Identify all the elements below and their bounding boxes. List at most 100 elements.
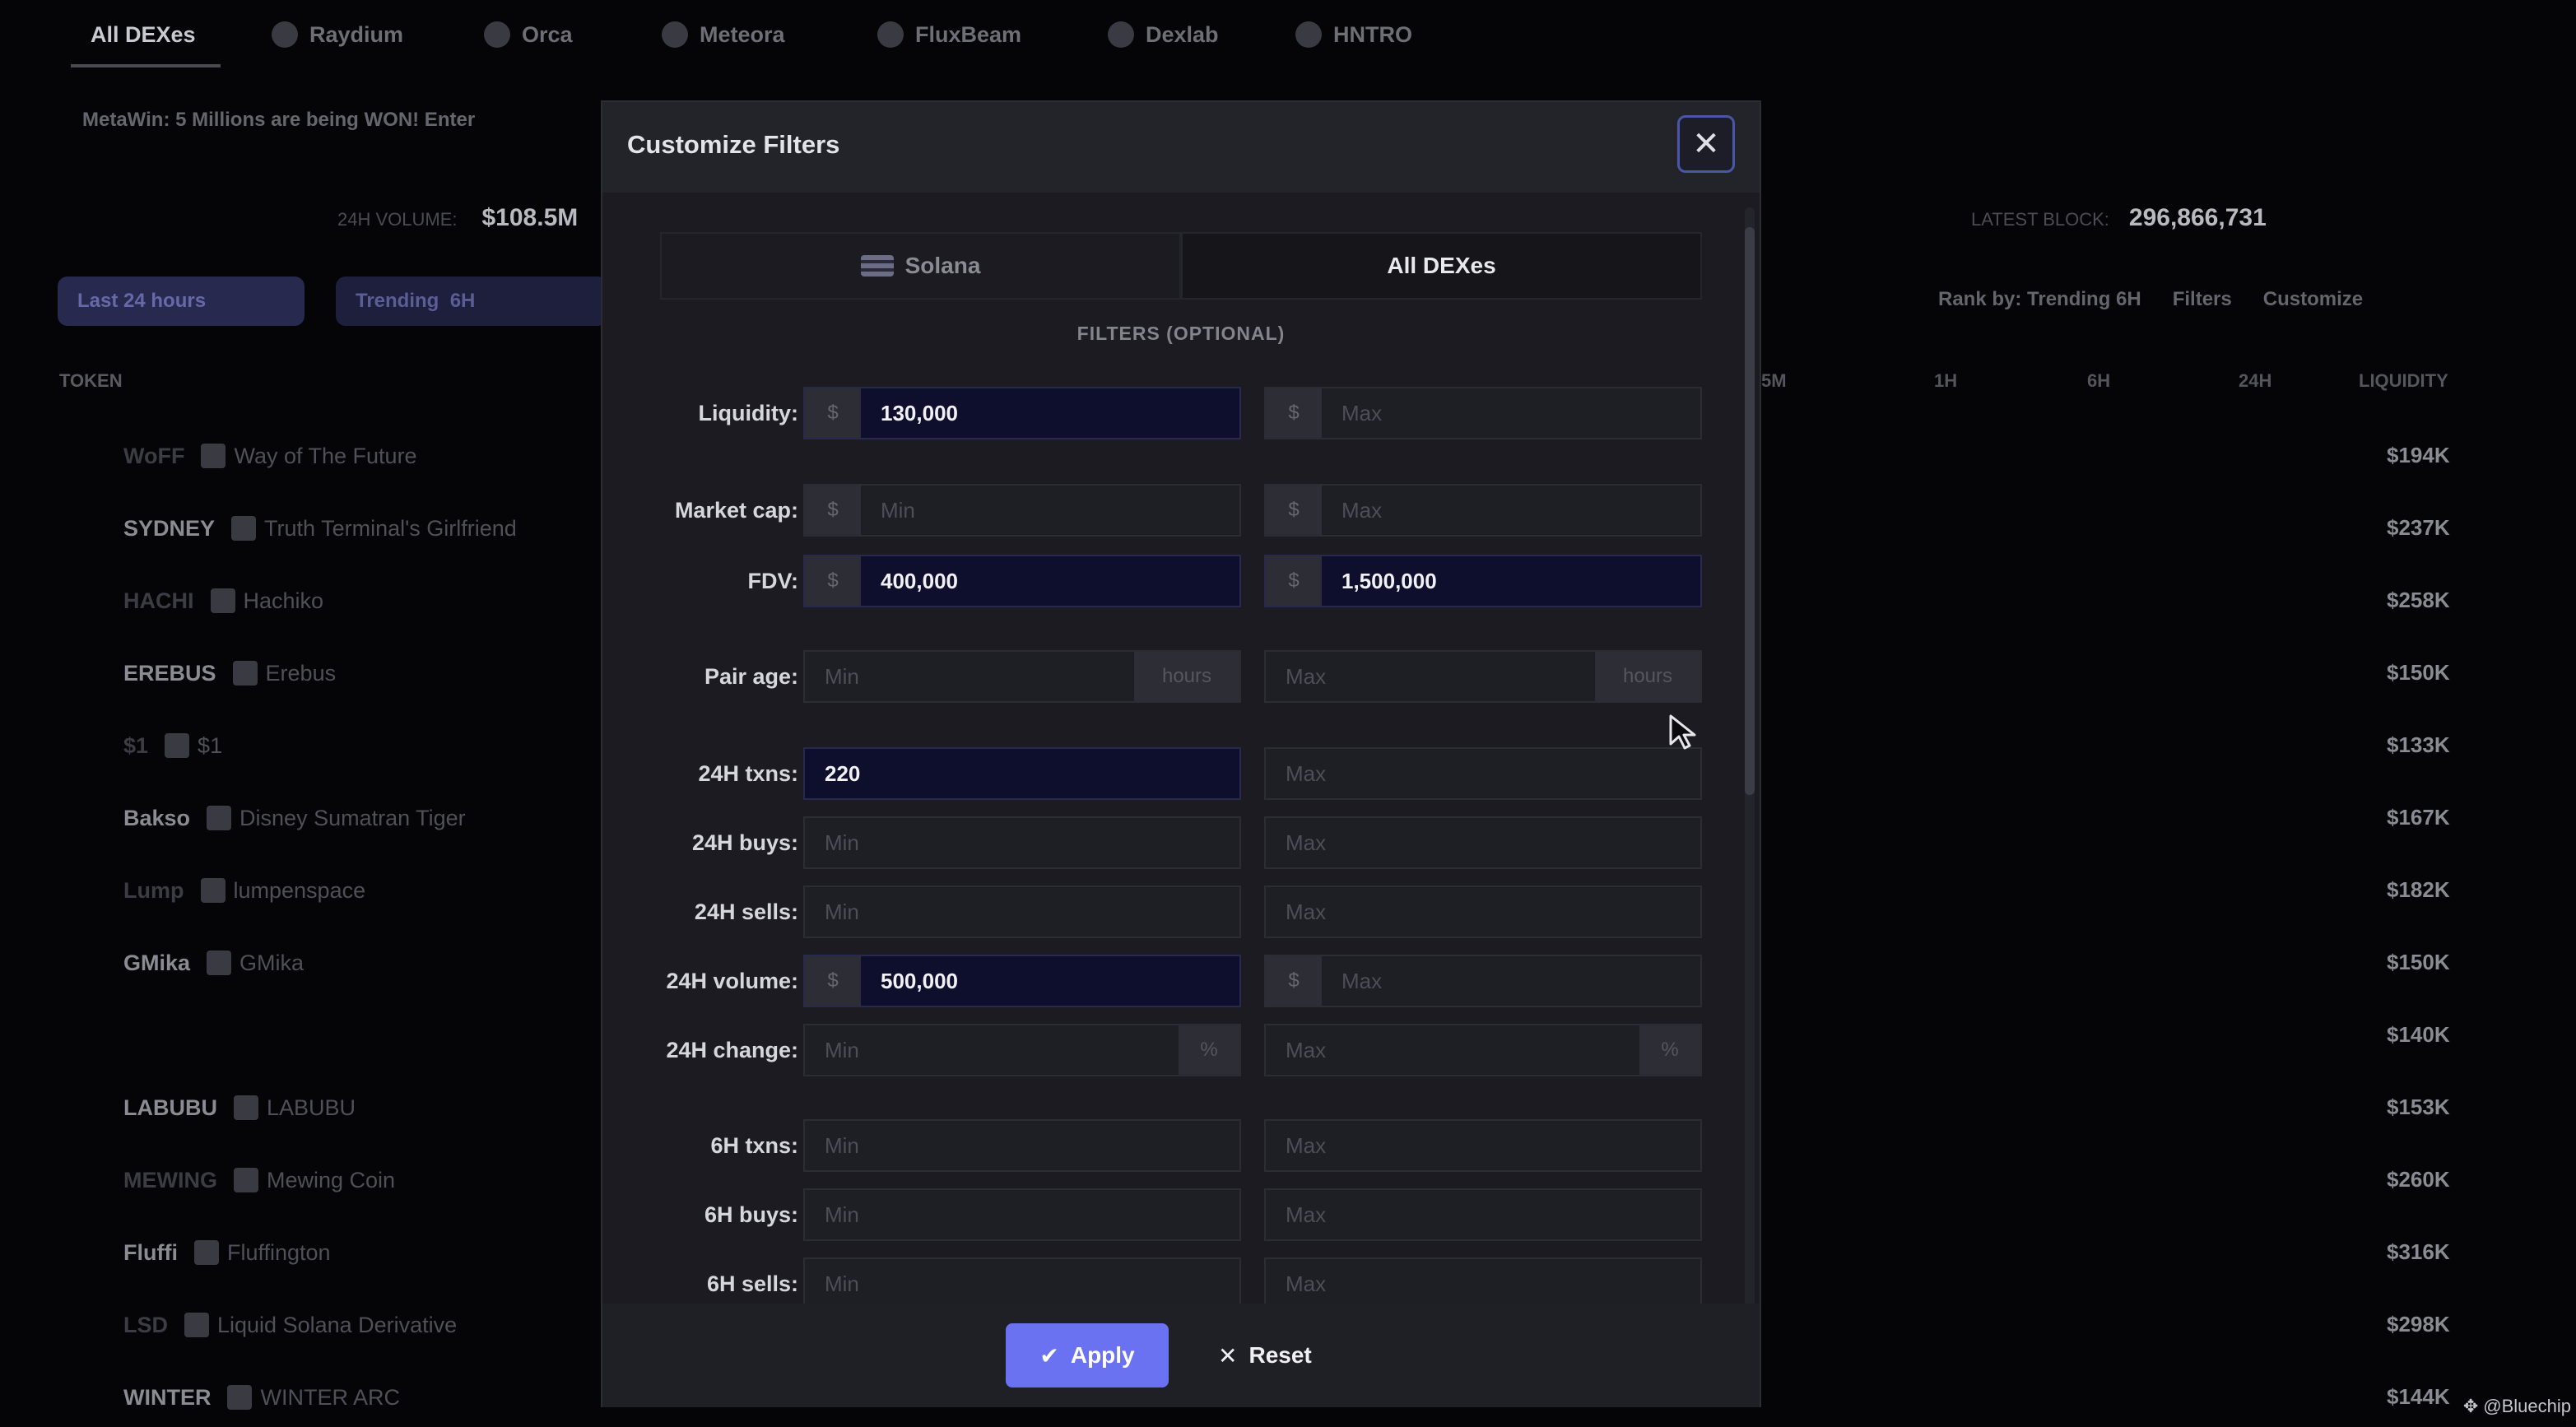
close-button[interactable]: ✕	[1677, 115, 1735, 173]
filter-max-input[interactable]: Max%	[1264, 1024, 1702, 1076]
filter-row: FDV: $400,000 $1,500,000	[602, 555, 1705, 609]
unit-suffix: hours	[1134, 652, 1239, 701]
filter-min-input[interactable]: Min	[803, 1188, 1241, 1241]
filter-min-input[interactable]: Min	[803, 1257, 1241, 1304]
currency-prefix: $	[1266, 956, 1322, 1006]
table-row[interactable]: SYDNEY Truth Terminal's Girlfriend	[123, 512, 517, 545]
table-row[interactable]: MEWING Mewing Coin	[123, 1164, 395, 1197]
column-header-24h[interactable]: 24H	[2239, 370, 2271, 392]
filter-min-input[interactable]: $ Min	[803, 484, 1241, 537]
filter-max-input[interactable]: Max	[1264, 1119, 1702, 1172]
unit-suffix: %	[1639, 1025, 1700, 1075]
filter-max-input[interactable]: Max	[1264, 816, 1702, 869]
dialog-scrollbar-thumb[interactable]	[1745, 227, 1755, 795]
currency-prefix: $	[1266, 388, 1322, 438]
filter-min-input[interactable]: $130,000	[803, 387, 1241, 439]
token-logo	[207, 806, 232, 830]
tab-meteora[interactable]: Meteora	[662, 13, 785, 56]
table-row[interactable]: WINTER WINTER ARC	[123, 1381, 400, 1414]
filter-min-input[interactable]: Min	[803, 885, 1241, 938]
currency-prefix: $	[1266, 556, 1322, 606]
table-row[interactable]: Bakso Disney Sumatran Tiger	[123, 802, 466, 834]
promo-banner[interactable]: MetaWin: 5 Millions are being WON! Enter	[82, 109, 475, 132]
liquidity-cell: $182K	[2387, 877, 2450, 902]
filter-min-input[interactable]: Min%	[803, 1024, 1241, 1076]
token-logo	[231, 516, 257, 541]
filter-row: 24H sells: Min Max	[602, 885, 1705, 940]
filter-max-input[interactable]: Max hours	[1264, 650, 1702, 703]
tab-orca[interactable]: Orca	[484, 13, 573, 56]
filter-max-input[interactable]: $ Max	[1264, 387, 1702, 439]
token-logo	[227, 1385, 253, 1410]
filter-row: Pair age: Min hours Max hours	[602, 650, 1705, 704]
currency-prefix: $	[805, 556, 861, 606]
liquidity-cell: $144K	[2387, 1384, 2450, 1409]
filter-min-value: Min	[825, 663, 859, 689]
filter-min-input[interactable]: $400,000	[803, 555, 1241, 607]
chain-select-solana[interactable]: Solana	[660, 232, 1181, 300]
filter-row: 6H txns: Min Max	[602, 1119, 1705, 1174]
unit-suffix: %	[1179, 1025, 1239, 1075]
liquidity-cell: $194K	[2387, 443, 2450, 467]
filter-min-input[interactable]: $500,000	[803, 955, 1241, 1007]
customize-button[interactable]: Customize	[2263, 288, 2363, 311]
table-row[interactable]: HACHI Hachiko	[123, 584, 323, 617]
token-name: LABUBU	[234, 1095, 356, 1121]
token-name-text: Erebus	[265, 660, 337, 686]
filter-max-input[interactable]: $1,500,000	[1264, 555, 1702, 607]
tab-dexlab[interactable]: Dexlab	[1108, 13, 1219, 56]
column-header-6h[interactable]: 6H	[2087, 370, 2110, 392]
tab-hntro[interactable]: HNTRO	[1295, 13, 1412, 56]
liquidity-cell: $150K	[2387, 950, 2450, 974]
tab-raydium[interactable]: Raydium	[272, 13, 403, 56]
filter-max-value: Max	[1341, 968, 1383, 993]
filter-min-input[interactable]: Min	[803, 816, 1241, 869]
filter-min-input[interactable]: Min hours	[803, 650, 1241, 703]
liquidity-cell: $140K	[2387, 1022, 2450, 1047]
filters-button[interactable]: Filters	[2173, 288, 2232, 311]
filter-min-value: Min	[825, 1037, 859, 1062]
column-header-1h[interactable]: 1H	[1934, 370, 1957, 392]
table-row[interactable]: Fluffi Fluffington	[123, 1236, 331, 1269]
token-name-text: Fluffington	[226, 1239, 331, 1265]
tab-all-dexes[interactable]: All DEXes	[91, 13, 196, 56]
filter-min-value: Min	[825, 1202, 859, 1227]
filter-max-input[interactable]: $ Max	[1264, 955, 1702, 1007]
dex-select-all-dexes[interactable]: All DEXes	[1181, 232, 1702, 300]
currency-prefix: $	[805, 486, 861, 535]
token-symbol: $1	[123, 732, 149, 758]
tab-fluxbeam[interactable]: FluxBeam	[877, 13, 1021, 56]
filter-min-input[interactable]: 220	[803, 747, 1241, 800]
column-header-liquidity[interactable]: LIQUIDITY	[2359, 370, 2448, 392]
customize-filters-dialog: Customize Filters ✕ Solana All DEXes FIL…	[601, 100, 1761, 1407]
filter-max-input[interactable]: Max	[1264, 1188, 1702, 1241]
liquidity-cell: $316K	[2387, 1239, 2450, 1264]
table-row[interactable]: EREBUS Erebus	[123, 657, 336, 690]
currency-prefix: $	[1266, 486, 1322, 535]
table-row[interactable]: LABUBU LABUBU	[123, 1091, 356, 1124]
filter-max-input[interactable]: $ Max	[1264, 484, 1702, 537]
filter-min-value: Min	[825, 830, 859, 855]
table-row[interactable]: WoFF Way of The Future	[123, 439, 417, 472]
filter-max-input[interactable]: Max	[1264, 1257, 1702, 1304]
table-row[interactable]: LSD Liquid Solana Derivative	[123, 1308, 457, 1341]
filter-label: Liquidity:	[698, 400, 798, 425]
rank-by-button[interactable]: Rank by: Trending 6H	[1938, 288, 2141, 311]
table-row[interactable]: $1 $1	[123, 729, 222, 762]
token-symbol: WoFF	[123, 443, 185, 468]
filter-max-input[interactable]: Max	[1264, 885, 1702, 938]
reset-button[interactable]: ✕ Reset	[1218, 1323, 1312, 1387]
token-name-text: GMika	[239, 950, 305, 975]
filter-max-value: Max	[1341, 497, 1383, 523]
watermark: ✥ @Bluechip	[2462, 1396, 2571, 1416]
token-symbol: LABUBU	[123, 1095, 217, 1120]
column-header-5m[interactable]: 5M	[1761, 370, 1787, 392]
table-row[interactable]: Lump lumpenspace	[123, 874, 365, 907]
filter-max-input[interactable]: Max	[1264, 747, 1702, 800]
trending-button[interactable]: Trending 6H	[336, 277, 607, 326]
table-row[interactable]: GMika GMika	[123, 946, 304, 979]
apply-button[interactable]: ✔ Apply	[1006, 1323, 1169, 1387]
timeframe-button[interactable]: Last 24 hours	[58, 277, 305, 326]
filter-min-input[interactable]: Min	[803, 1119, 1241, 1172]
table-row[interactable]	[123, 1019, 140, 1052]
